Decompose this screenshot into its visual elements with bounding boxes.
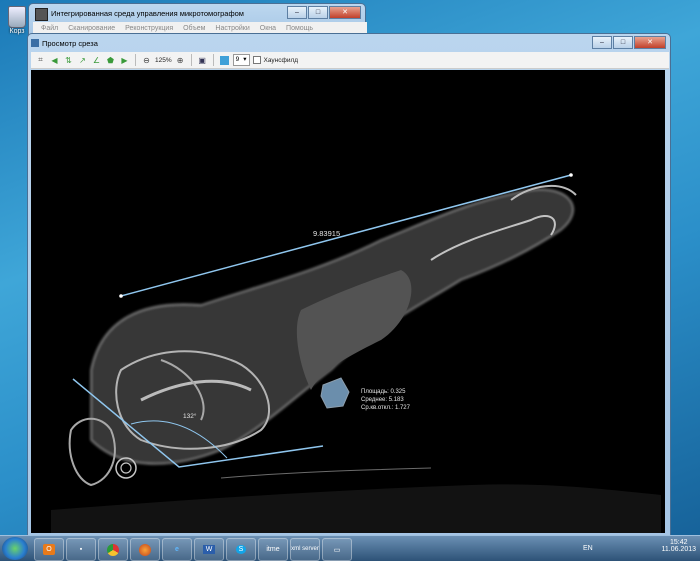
language-indicator[interactable]: EN: [583, 545, 593, 552]
color-swatch-icon[interactable]: [219, 55, 230, 66]
time: 15:42: [669, 539, 688, 546]
zoom-level: 125%: [155, 56, 172, 64]
select-tool-icon[interactable]: ⌗: [35, 55, 46, 66]
menu-item-settings[interactable]: Настройки: [215, 25, 249, 32]
close-button[interactable]: ✕: [634, 36, 666, 49]
move-icon[interactable]: ⇅: [63, 55, 74, 66]
specimen-scan: [51, 184, 661, 533]
skype-icon[interactable]: S: [226, 538, 256, 561]
date: 11.06.2013: [661, 546, 696, 553]
previous-icon[interactable]: ◀: [49, 55, 60, 66]
start-button[interactable]: [2, 537, 28, 560]
hounsfield-label: Хаунсфилд: [263, 56, 299, 64]
region-selection[interactable]: [320, 377, 350, 409]
region-tool-icon[interactable]: ⬟: [105, 55, 116, 66]
line-endpoint[interactable]: [119, 294, 123, 298]
menu-item-volume[interactable]: Объем: [183, 25, 205, 32]
chevron-down-icon: ▾: [243, 56, 247, 63]
line-endpoint[interactable]: [569, 173, 573, 177]
menu-item-help[interactable]: Помощь: [286, 25, 313, 32]
monitor-app-icon[interactable]: ▭: [322, 538, 352, 561]
chrome-icon[interactable]: [98, 538, 128, 561]
line-measure-icon[interactable]: ↗: [77, 55, 88, 66]
hounsfield-checkbox[interactable]: [252, 56, 261, 64]
maximize-button[interactable]: □: [308, 6, 328, 19]
taskbar: O ▪ e W S itme xml server ▭ EN 15:42 11.…: [0, 535, 700, 561]
toolbar-separator: [212, 54, 214, 66]
slice-view-window[interactable]: Просмотр среза – □ ✕ ⌗ ◀ ⇅ ↗ ∠ ⬟ ▶ ⊖ 125…: [27, 33, 671, 537]
toolbar-separator: [135, 54, 136, 66]
window-controls: – □ ✕: [592, 36, 666, 49]
toolbar-separator: [190, 54, 192, 66]
save-icon[interactable]: ▣: [197, 55, 208, 66]
toolbar: ⌗ ◀ ⇅ ↗ ∠ ⬟ ▶ ⊖ 125% ⊕ ▣ 9 ▾ Хаунсфилд: [31, 52, 669, 69]
outlook-icon[interactable]: O: [34, 538, 64, 561]
angle-measure-icon[interactable]: ∠: [91, 55, 102, 66]
menu-item-windows[interactable]: Окна: [260, 25, 276, 32]
firefox-icon[interactable]: [130, 538, 160, 561]
menu-item-file[interactable]: Файл: [41, 25, 58, 32]
zoom-in-icon[interactable]: ⊕: [175, 55, 186, 66]
ie-icon[interactable]: e: [162, 538, 192, 561]
menu-item-scan[interactable]: Сканирование: [68, 25, 115, 32]
menu-item-reconstruction[interactable]: Реконструкция: [125, 25, 173, 32]
angle-measure-label: 132°: [183, 412, 197, 420]
word-icon[interactable]: W: [194, 538, 224, 561]
zoom-out-icon[interactable]: ⊖: [141, 55, 152, 66]
next-icon[interactable]: ▶: [119, 55, 130, 66]
minimize-button[interactable]: –: [592, 36, 612, 49]
region-area-label: Площадь: 0.325: [361, 389, 406, 395]
minimize-button[interactable]: –: [287, 6, 307, 19]
bg-window-title: Интегрированная среда управления микрото…: [51, 9, 244, 18]
app-icon: [35, 8, 48, 21]
itme-taskbar-button[interactable]: itme: [258, 538, 288, 561]
bg-window-controls: – □ ✕: [287, 6, 361, 19]
ct-slice-image: 9.83915 132° Площадь: 0.325 Среднее: 5.1…: [51, 173, 661, 533]
region-std-label: Ср.кв.откл.: 1.727: [361, 405, 411, 411]
xml-server-taskbar-button[interactable]: xml server: [290, 538, 320, 561]
window-icon: [31, 39, 39, 47]
slice-select-value: 9: [235, 56, 240, 63]
clock[interactable]: 15:42 11.06.2013: [661, 539, 696, 553]
region-mean-label: Среднее: 5.183: [361, 397, 404, 403]
recycle-bin-label: Корз: [9, 28, 25, 35]
slice-canvas[interactable]: 9.83915 132° Площадь: 0.325 Среднее: 5.1…: [31, 70, 665, 533]
maximize-button[interactable]: □: [613, 36, 633, 49]
window-title: Просмотр среза: [42, 39, 98, 48]
recycle-bin-icon[interactable]: Корз: [4, 6, 30, 35]
line-measure-label: 9.83915: [313, 229, 340, 238]
trash-icon: [8, 6, 26, 28]
floppy-icon[interactable]: ▪: [66, 538, 96, 561]
close-button[interactable]: ✕: [329, 6, 361, 19]
slice-select[interactable]: 9 ▾: [232, 54, 250, 66]
